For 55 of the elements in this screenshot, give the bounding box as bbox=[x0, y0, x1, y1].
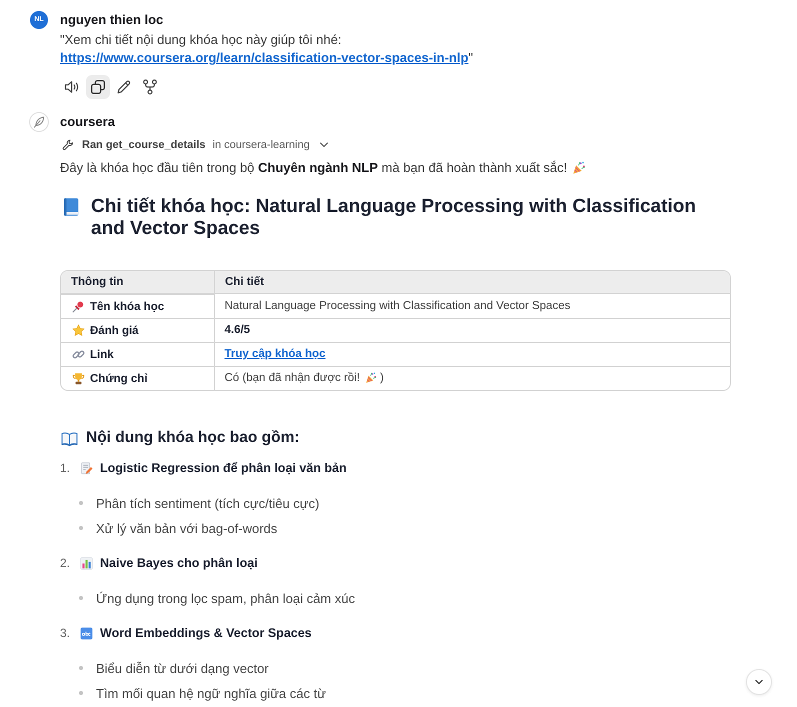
rating-value: 4.6/5 bbox=[224, 324, 250, 336]
copy-button[interactable] bbox=[86, 75, 110, 99]
party-popper-icon bbox=[364, 372, 377, 384]
topic-title: Word Embeddings & Vector Spaces bbox=[100, 626, 312, 640]
chain-link-icon bbox=[72, 348, 85, 361]
list-number: 1. bbox=[60, 461, 72, 475]
cell-text: ) bbox=[380, 372, 384, 384]
course-link[interactable]: Truy cập khóa học bbox=[224, 348, 326, 360]
feather-icon bbox=[29, 112, 49, 132]
column-header: Chi tiết bbox=[225, 276, 264, 288]
trophy-icon bbox=[72, 372, 85, 385]
topic-title: Logistic Regression để phân loại văn bản bbox=[100, 461, 347, 475]
cell-text: Có (bạn đã nhận được rồi! bbox=[224, 372, 360, 384]
message-text: "Xem chi tiết nội dung khóa học này giúp tôi nhé: https://www.coursera.org/learn/classification-vector-spaces-in-nlp" bbox=[60, 31, 474, 67]
copy-icon bbox=[90, 79, 106, 95]
topic-point: Tìm mối quan hệ ngữ nghĩa giữa các từ bbox=[96, 686, 326, 700]
intro-text: Đây là khóa học đầu tiên trong bộ Chuyên ngành NLP mà bạn đã hoàn thành xuất sắc! bbox=[60, 159, 568, 177]
cell-text: Natural Language Processing with Classification and Vector Spaces bbox=[224, 300, 570, 312]
topic-title: Naive Bayes cho phân loại bbox=[100, 556, 258, 570]
topic-point: Ứng dụng trong lọc spam, phân loại cảm xúc bbox=[96, 590, 355, 606]
wrench-icon bbox=[62, 139, 74, 151]
tool-call-source: in coursera-learning bbox=[212, 139, 310, 151]
bullet-icon bbox=[79, 526, 83, 530]
memo-icon bbox=[80, 462, 93, 474]
bullet-icon bbox=[79, 596, 83, 600]
list-number: 2. bbox=[60, 556, 72, 570]
author-name: nguyen thien loc bbox=[60, 11, 164, 29]
bullet-icon bbox=[79, 691, 83, 695]
pencil-icon bbox=[116, 79, 132, 95]
row-label: Đánh giá bbox=[90, 324, 139, 336]
bar-chart-icon bbox=[80, 556, 93, 570]
party-popper-icon bbox=[572, 161, 586, 175]
speaker-icon bbox=[64, 79, 80, 95]
topic-point: Xử lý văn bản với bag-of-words bbox=[96, 520, 278, 536]
column-header: Thông tin bbox=[71, 276, 124, 288]
topic-point: Phân tích sentiment (tích cực/tiêu cực) bbox=[96, 496, 320, 510]
tool-call-label: Ran get_course_details bbox=[82, 139, 206, 151]
pushpin-icon bbox=[72, 300, 85, 313]
chevron-down-icon bbox=[754, 677, 764, 687]
row-label: Chứng chỉ bbox=[90, 372, 148, 384]
heading-text: Chi tiết khóa học: Natural Language Processing with Classification and Vector Spaces bbox=[91, 196, 697, 240]
list-number: 3. bbox=[60, 626, 72, 640]
star-icon bbox=[72, 324, 85, 337]
section-heading: Nội dung khóa học bao gồm: bbox=[86, 429, 300, 447]
topic-point: Biểu diễn từ dưới dạng vector bbox=[96, 660, 269, 676]
open-book-icon bbox=[61, 430, 78, 446]
row-label: Tên khóa học bbox=[90, 300, 164, 312]
bullet-icon bbox=[79, 666, 83, 670]
row-label: Link bbox=[90, 348, 114, 360]
letter-tile-icon bbox=[80, 626, 93, 640]
book-icon bbox=[61, 197, 81, 217]
url-link[interactable]: https://www.coursera.org/learn/classification-vector-spaces-in-nlp bbox=[60, 50, 468, 65]
branch-icon bbox=[142, 79, 158, 95]
author-name: coursera bbox=[60, 113, 116, 131]
bullet-icon bbox=[79, 501, 83, 505]
